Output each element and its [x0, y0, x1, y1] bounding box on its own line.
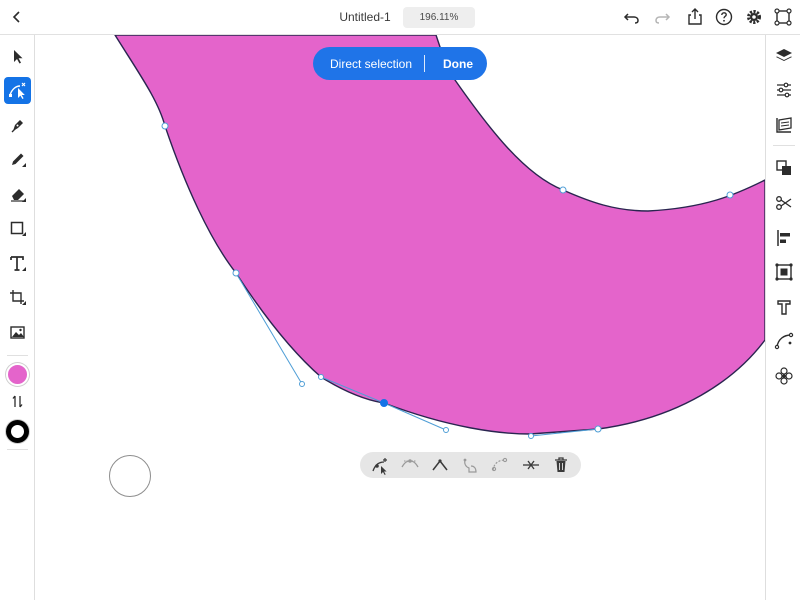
curvature-path-icon[interactable] [772, 329, 796, 353]
corner-anchor-icon[interactable] [429, 454, 451, 476]
direct-selection-tool-icon[interactable] [4, 77, 31, 104]
layers-icon[interactable] [772, 44, 796, 68]
image-tool-icon[interactable] [4, 319, 31, 346]
anchor-point-toolbar [360, 452, 581, 478]
artboard-frame-icon[interactable] [772, 6, 794, 28]
effects-flower-icon[interactable] [772, 364, 796, 388]
type-tool-icon[interactable] [4, 250, 31, 277]
rectangle-shape-tool-icon[interactable] [4, 215, 31, 242]
panel-divider [773, 145, 795, 146]
fill-color-swatch[interactable] [6, 363, 29, 386]
top-bar: Untitled-1 196.11% [0, 0, 800, 35]
right-panel [765, 35, 800, 600]
pencil-tool-icon[interactable] [4, 146, 31, 173]
zoom-level[interactable]: 196.11% [403, 7, 475, 28]
remove-anchor-icon[interactable] [520, 454, 542, 476]
split-anchor-icon[interactable] [489, 454, 511, 476]
direct-selection-banner: Direct selection Done [313, 47, 487, 80]
left-toolbar [0, 35, 35, 600]
fonts-type-icon[interactable] [772, 295, 796, 319]
pen-tool-icon[interactable] [4, 112, 31, 139]
swap-fill-stroke-icon[interactable] [8, 392, 27, 411]
help-icon[interactable] [713, 6, 735, 28]
toolbar-divider [7, 449, 28, 450]
libraries-icon[interactable] [772, 113, 796, 137]
touch-indicator-circle [109, 455, 151, 497]
document-title[interactable]: Untitled-1 [320, 10, 410, 24]
banner-divider [424, 55, 425, 72]
share-icon[interactable] [684, 6, 706, 28]
done-button[interactable]: Done [443, 57, 473, 71]
selection-tool-arrow-icon[interactable] [4, 43, 31, 70]
undo-icon[interactable] [621, 6, 643, 28]
redo-icon[interactable] [651, 6, 673, 28]
repeat-grid-icon[interactable] [772, 260, 796, 284]
add-anchor-point-icon[interactable] [369, 454, 391, 476]
align-icon[interactable] [772, 226, 796, 250]
settings-gear-icon[interactable] [743, 6, 765, 28]
path-scissors-icon[interactable] [772, 191, 796, 215]
arrange-icon[interactable] [772, 156, 796, 180]
mode-label: Direct selection [330, 57, 413, 71]
properties-sliders-icon[interactable] [772, 78, 796, 102]
stroke-color-swatch[interactable] [6, 420, 29, 443]
transform-crop-tool-icon[interactable] [4, 284, 31, 311]
toolbar-divider [7, 355, 28, 356]
eraser-tool-icon[interactable] [4, 181, 31, 208]
back-chevron-icon[interactable] [6, 6, 28, 28]
smooth-anchor-icon[interactable] [399, 454, 421, 476]
artwork[interactable] [0, 35, 800, 600]
artboard-canvas[interactable] [0, 35, 800, 600]
pink-curved-shape[interactable] [114, 35, 766, 435]
join-anchors-icon[interactable] [459, 454, 481, 476]
delete-trash-icon[interactable] [550, 454, 572, 476]
